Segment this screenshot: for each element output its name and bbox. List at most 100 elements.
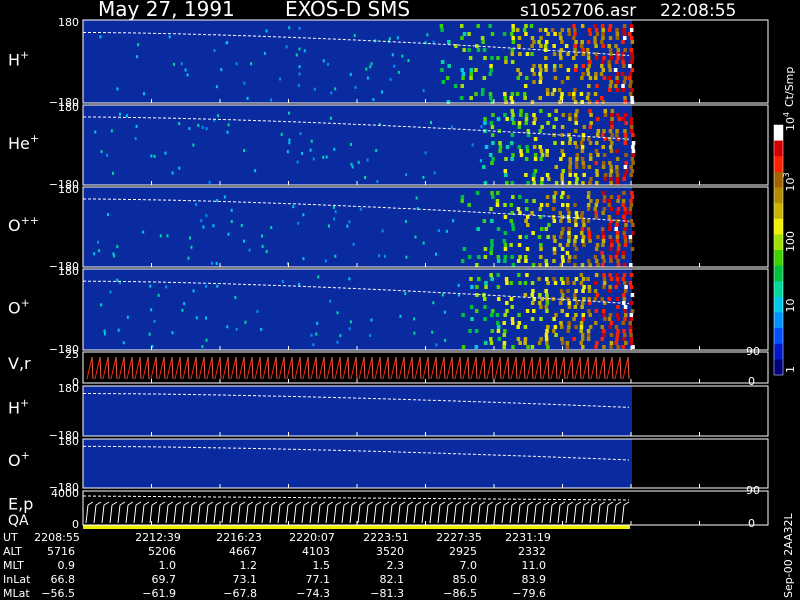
spectrogram-cell (595, 133, 600, 137)
spectrogram-cell (587, 285, 592, 289)
spectrogram-cell (601, 191, 605, 195)
spectrogram-cell (609, 321, 614, 325)
spectrogram-cell (483, 56, 487, 60)
spectrogram-cell (483, 297, 487, 301)
spectrogram-cell (567, 92, 572, 96)
spectrogram-cell (610, 141, 614, 145)
spectrogram-cell (517, 44, 521, 48)
spectrogram-cell (532, 40, 536, 44)
energy-trace (255, 501, 262, 506)
energy-trace (285, 504, 289, 524)
spectrogram-cell (279, 77, 282, 81)
spectrogram-cell (329, 116, 332, 120)
velocity-trace (267, 356, 270, 380)
velocity-trace (307, 356, 310, 380)
spectrogram-cell (629, 219, 634, 223)
spectrogram-cell (558, 52, 563, 56)
spectrogram-cell (585, 96, 590, 100)
velocity-trace (355, 356, 358, 380)
spectrogram-cell (482, 76, 487, 80)
spectrogram-cell (518, 281, 522, 285)
spectrogram-cell (524, 76, 529, 80)
spectrogram-cell (292, 205, 295, 209)
spectrogram-cell (602, 277, 607, 281)
y-top-label: 180 (58, 16, 79, 29)
spectrogram-cell (511, 24, 515, 28)
spectrogram-cell (490, 191, 494, 195)
spectrogram-cell (610, 113, 614, 117)
spectrogram-cell (602, 129, 606, 133)
spectrogram-cell (516, 337, 521, 341)
spectrogram-cell (545, 92, 550, 96)
spectrogram-cell (524, 207, 529, 211)
spectrogram-cell (615, 165, 619, 169)
spectrogram-cell (586, 68, 590, 72)
spectrogram-cell (631, 153, 635, 157)
spectrogram-cell (587, 64, 591, 68)
energy-trace (221, 504, 225, 524)
spectrogram-cell (586, 56, 591, 60)
velocity-trace (107, 356, 110, 380)
spectrogram-cell (582, 125, 587, 129)
spectrogram-cell (545, 329, 549, 333)
spectrogram-cell (476, 24, 480, 28)
spectrogram-cell (186, 73, 189, 77)
spectrogram-cell (580, 44, 584, 48)
spectrogram-cell (459, 96, 464, 100)
spectrogram-cell (509, 32, 514, 36)
spectrogram-cell (447, 64, 451, 68)
right-bottom-label: 0 (748, 517, 755, 530)
energy-trace (461, 504, 465, 524)
spectrogram-cell (614, 285, 618, 289)
table-cell: 1.0 (159, 559, 177, 572)
spectrogram-cell (217, 114, 220, 118)
table-cell: 2208:55 (34, 531, 80, 544)
spectrogram-cell (476, 48, 481, 52)
spectrogram-cell (594, 259, 599, 263)
spectrogram-cell (424, 151, 427, 155)
spectrogram-cell (441, 80, 446, 84)
colorbar-segment (774, 343, 783, 360)
panel-label: O+ (8, 449, 30, 470)
energy-trace (173, 504, 177, 524)
spectrogram-cell (616, 259, 620, 263)
velocity-trace (518, 356, 525, 380)
spectrogram-cell (422, 241, 425, 245)
velocity-trace (246, 356, 253, 380)
spectrogram-cell (586, 92, 591, 96)
spectrogram-cell (629, 80, 633, 84)
spectrogram-cell (571, 56, 576, 60)
spectrogram-cell (462, 247, 467, 251)
spectrogram-cell (336, 311, 339, 315)
spectrogram-cell (490, 125, 495, 129)
spectrogram-cell (192, 289, 195, 293)
spectrogram-cell (315, 332, 318, 336)
energy-trace (359, 501, 366, 506)
spectrogram-cell (183, 302, 186, 306)
spectrogram-cell (530, 301, 535, 305)
spectrogram-cell (620, 72, 625, 76)
spectrogram-cell (588, 32, 593, 36)
energy-trace (599, 501, 606, 506)
spectrogram-cell (381, 229, 384, 233)
spectrogram-cell (586, 337, 591, 341)
spectrogram-cell (602, 56, 606, 60)
table-cell: 1.5 (313, 559, 331, 572)
spectrogram-cell (588, 153, 593, 157)
energy-trace (159, 501, 166, 506)
spectrogram-cell (503, 329, 507, 333)
spectrogram-cell (524, 235, 529, 239)
spectrogram-cell (609, 195, 614, 199)
spectrogram-cell (586, 207, 591, 211)
table-cell: 7.0 (460, 559, 478, 572)
spectrogram-cell (622, 263, 627, 267)
spectrogram-cell (574, 235, 578, 239)
spectrogram-cell (599, 72, 604, 76)
spectrogram-cell (509, 219, 514, 223)
spectrogram-cell (610, 109, 615, 113)
spectrogram-cell (509, 96, 514, 100)
spectrogram-cell (586, 72, 591, 76)
spectrogram-cell (561, 281, 565, 285)
spectrogram-cell (470, 285, 474, 289)
spectrogram-cell (552, 52, 557, 56)
